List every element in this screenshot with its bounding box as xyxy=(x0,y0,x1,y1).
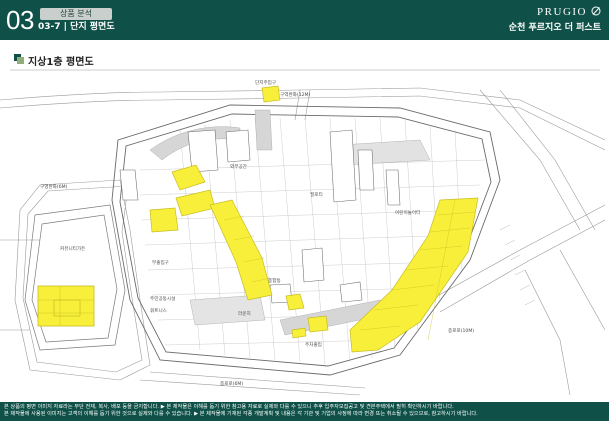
road-network xyxy=(0,69,606,396)
highlight-block xyxy=(37,285,95,327)
brand-slash-circle-icon xyxy=(591,6,601,16)
label-garden: 커뮤니티가든 xyxy=(60,245,85,252)
highlight-block xyxy=(209,199,273,301)
highlight-block xyxy=(285,293,305,311)
label-main-entry: 단지주입구 xyxy=(255,79,276,86)
label-yard: 외부공간 xyxy=(230,163,248,170)
page-header: 03 상품 분석 03-7 | 단지 평면도 PRUGIO 순천 푸르지오 더 … xyxy=(0,0,609,40)
highlight-block xyxy=(149,207,179,233)
brand-name: PRUGIO xyxy=(537,6,587,18)
label-kids: 어린이놀이터 xyxy=(395,209,420,216)
page-subtitle: 03-7 | 단지 평면도 xyxy=(38,22,115,32)
highlight-block xyxy=(261,85,281,103)
complex-name: 순천 푸르지오 더 퍼스트 xyxy=(508,23,601,33)
disclaimer-footer: 본 상품의 평면 이미지 자료라는 무단 전재, 복사, 배포 등을 금지합니다… xyxy=(0,402,609,421)
road-label-6m: 구영완화(6M) xyxy=(40,183,68,190)
dimension-ticks xyxy=(499,224,536,306)
road-label-6m-b: 종로로(6M) xyxy=(220,381,243,387)
left-parcel xyxy=(24,204,126,351)
road-label-10m: 종로로(10M) xyxy=(448,328,474,334)
section-number: 03 xyxy=(6,5,34,35)
left-building-highlight xyxy=(37,285,95,327)
label-parking-entry: 주차출입 xyxy=(305,341,322,348)
disclaimer-line-2: 본 제작물에 사용된 이미지는 고객의 이해를 돕기 위한 것으로 실제와 다를… xyxy=(4,410,478,417)
highlight-block xyxy=(307,315,329,333)
category-badge: 상품 분석 xyxy=(40,8,112,20)
road-label-12m: 구역완화(12M) xyxy=(280,91,311,98)
label-lounge: 라운지 xyxy=(238,310,251,317)
label-main-gate: 종합동 xyxy=(268,277,281,284)
site-plan-drawing: 구역완화(12M) 구영완화(6M) 종로로(10M) 종로로(6M) 단지주입… xyxy=(0,66,609,402)
label-pilotis: 필로티 xyxy=(310,191,323,198)
brand-logo: PRUGIO xyxy=(537,6,601,18)
site-plan-svg: 구역완화(12M) 구영완화(6M) 종로로(10M) 종로로(6M) 단지주입… xyxy=(0,69,606,396)
label-fitness: 휘트니스 xyxy=(150,307,167,314)
label-sub-entry: 부출입구 xyxy=(152,259,169,266)
label-community: 주민공동시설 xyxy=(150,295,175,302)
highlight-block xyxy=(291,327,307,339)
